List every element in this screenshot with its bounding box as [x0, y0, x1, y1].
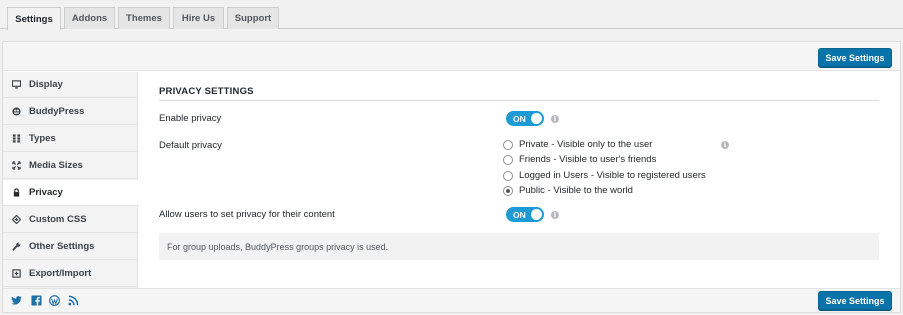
lock-icon	[3, 188, 29, 197]
radio-button[interactable]	[503, 170, 513, 181]
tab-support[interactable]: Support	[227, 7, 279, 29]
sidebar-item-other-settings[interactable]: Other Settings	[3, 234, 138, 260]
tab-bar: Settings Addons Themes Hire Us Support	[0, 0, 903, 30]
privacy-option-friends[interactable]: Friends - Visible to user's friends	[503, 154, 656, 165]
group-privacy-notice: For group uploads, BuddyPress groups pri…	[159, 233, 879, 260]
default-privacy-label: Default privacy	[159, 140, 222, 151]
sidebar-item-label: Display	[29, 79, 63, 90]
sidebar-item-types[interactable]: Types	[3, 126, 138, 152]
toggle-label: ON	[513, 209, 526, 220]
sidebar-item-buddypress[interactable]: BuddyPress	[3, 99, 138, 125]
save-settings-button-bottom[interactable]: Save Settings	[818, 291, 892, 310]
radio-label: Logged in Users - Visible to registered …	[519, 170, 706, 181]
toggle-label: ON	[513, 113, 526, 124]
sidebar-item-label: Types	[29, 133, 56, 144]
monitor-icon	[3, 80, 29, 89]
twitter-icon[interactable]	[11, 295, 22, 306]
section-divider	[159, 100, 879, 101]
sidebar-item-label: Export/Import	[29, 268, 92, 279]
wrench-icon	[3, 242, 29, 251]
sidebar-item-label: BuddyPress	[29, 106, 85, 117]
radio-button[interactable]	[503, 139, 513, 150]
privacy-option-public[interactable]: Public - Visible to the world	[503, 185, 633, 196]
section-title: PRIVACY SETTINGS	[159, 86, 254, 97]
tab-themes[interactable]: Themes	[118, 7, 170, 29]
tab-addons[interactable]: Addons	[64, 7, 115, 29]
settings-panel: Save Settings Display BuddyPress Types M…	[2, 41, 901, 313]
facebook-icon[interactable]	[31, 295, 42, 306]
sidebar-item-label: Media Sizes	[29, 160, 83, 171]
sidebar-item-export-import[interactable]: Export/Import	[3, 261, 138, 287]
export-icon	[3, 269, 29, 278]
rss-icon[interactable]	[68, 295, 79, 306]
privacy-option-private[interactable]: Private - Visible only to the user	[503, 139, 652, 150]
css-icon	[3, 215, 29, 224]
sidebar-item-custom-css[interactable]: Custom CSS	[3, 207, 138, 233]
sidebar-item-label: Custom CSS	[29, 214, 87, 225]
top-toolbar: Save Settings	[3, 42, 900, 71]
sidebar-item-label: Other Settings	[29, 241, 95, 252]
grid-icon	[3, 134, 29, 143]
radio-label: Private - Visible only to the user	[519, 139, 653, 150]
resize-icon	[3, 161, 29, 170]
sidebar-item-label: Privacy	[29, 187, 63, 198]
tab-settings[interactable]: Settings	[7, 7, 61, 30]
settings-sidebar: Display BuddyPress Types Media Sizes Pri…	[3, 72, 139, 288]
toggle-knob	[531, 209, 542, 220]
wordpress-icon[interactable]	[49, 295, 60, 306]
enable-privacy-label: Enable privacy	[159, 113, 222, 124]
radio-button-selected[interactable]	[503, 185, 513, 196]
toggle-knob	[531, 113, 542, 124]
radio-button[interactable]	[503, 154, 513, 165]
save-settings-button-top[interactable]: Save Settings	[818, 48, 892, 67]
buddypress-icon	[3, 107, 29, 116]
allow-users-privacy-toggle[interactable]: ON	[506, 207, 544, 222]
sidebar-item-privacy[interactable]: Privacy	[3, 180, 139, 206]
radio-label: Public - Visible to the world	[519, 185, 633, 196]
footer-bar: Save Settings	[3, 288, 900, 312]
enable-privacy-toggle[interactable]: ON	[506, 111, 544, 126]
radio-label: Friends - Visible to user's friends	[519, 154, 657, 165]
info-icon[interactable]: i	[551, 115, 559, 123]
allow-users-privacy-label: Allow users to set privacy for their con…	[159, 209, 335, 220]
sidebar-item-display[interactable]: Display	[3, 72, 138, 98]
info-icon[interactable]: i	[551, 211, 559, 219]
tab-hire-us[interactable]: Hire Us	[173, 7, 224, 29]
info-icon[interactable]: i	[721, 141, 729, 149]
sidebar-item-media-sizes[interactable]: Media Sizes	[3, 153, 138, 179]
privacy-option-logged-in[interactable]: Logged in Users - Visible to registered …	[503, 170, 706, 181]
